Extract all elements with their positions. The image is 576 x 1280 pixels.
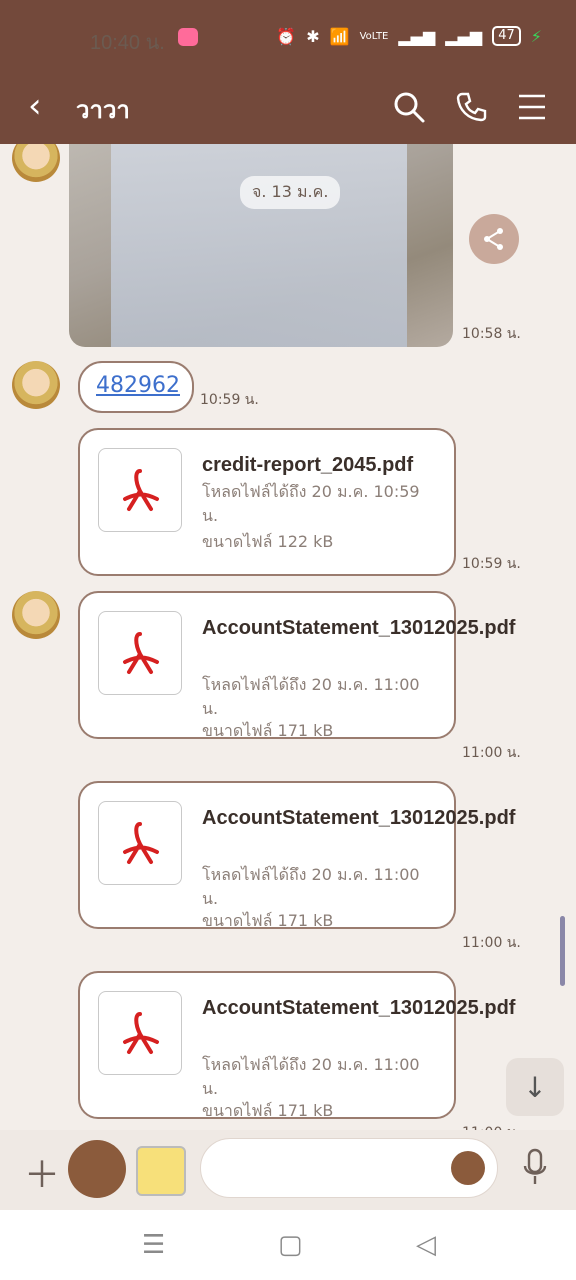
message-time: 11:00 น.	[462, 745, 521, 761]
message-input-bar: ＋	[0, 1130, 576, 1210]
chat-messages[interactable]: จ. 13 ม.ค. 10:58 น. 482962 10:59 น. cred…	[0, 144, 576, 1130]
status-bar: 10:40 น. ⏰ ✱ 📶 VoLTE ▂▄▆ ▂▄▆ 47 ⚡	[0, 0, 576, 72]
call-icon[interactable]	[454, 90, 488, 124]
scrollbar[interactable]	[560, 916, 565, 986]
file-message[interactable]: AccountStatement_13012025.pdf โหลดไฟล์ได…	[78, 591, 516, 740]
file-message[interactable]: AccountStatement_13012025.pdf โหลดไฟล์ได…	[78, 971, 516, 1120]
notification-app-icon	[178, 28, 198, 46]
scroll-to-bottom-button[interactable]: ↓	[506, 1058, 564, 1116]
recent-apps-icon[interactable]: ☰	[142, 1230, 165, 1260]
pdf-icon	[98, 611, 182, 695]
back-button[interactable]: ‹	[28, 86, 42, 126]
contact-avatar[interactable]	[12, 361, 60, 409]
file-expiry: โหลดไฟล์ได้ถึง 20 ม.ค. 11:00 น.	[202, 865, 420, 908]
pdf-icon	[98, 991, 182, 1075]
signal-icon-2: ▂▄▆	[445, 26, 483, 46]
contact-avatar[interactable]	[12, 144, 60, 182]
home-icon[interactable]: ▢	[278, 1230, 303, 1260]
sticker-button[interactable]	[68, 1140, 126, 1198]
file-size: ขนาดไฟล์ 171 kB	[202, 721, 334, 740]
signal-icon: ▂▄▆	[398, 26, 436, 46]
volte-icon: VoLTE	[359, 30, 389, 42]
emoji-icon[interactable]	[451, 1151, 485, 1185]
status-icons: ⏰ ✱ 📶 VoLTE ▂▄▆ ▂▄▆ 47 ⚡	[276, 26, 542, 46]
bluetooth-icon: ✱	[306, 26, 320, 46]
file-name: AccountStatement_13012025.pdf	[202, 807, 516, 829]
file-expiry: โหลดไฟล์ได้ถึง 20 ม.ค. 11:00 น.	[202, 1055, 420, 1098]
file-size: ขนาดไฟล์ 122 kB	[202, 532, 334, 551]
message-link[interactable]: 482962	[96, 373, 180, 398]
file-size: ขนาดไฟล์ 171 kB	[202, 911, 334, 930]
file-name: AccountStatement_13012025.pdf	[202, 997, 516, 1019]
text-message[interactable]: 482962	[78, 361, 194, 413]
file-expiry: โหลดไฟล์ได้ถึง 20 ม.ค. 10:59 น.	[202, 482, 420, 525]
share-icon	[484, 228, 503, 250]
file-message[interactable]: AccountStatement_13012025.pdf โหลดไฟล์ได…	[78, 781, 516, 930]
menu-icon[interactable]	[516, 90, 550, 124]
charging-icon: ⚡	[530, 26, 542, 46]
chat-header: ‹ วาวา	[0, 72, 576, 144]
wifi-icon: 📶	[329, 26, 350, 46]
mic-icon[interactable]	[522, 1148, 548, 1188]
file-name: AccountStatement_13012025.pdf	[202, 617, 516, 639]
message-time: 10:59 น.	[462, 556, 521, 572]
file-name: credit-report_2045.pdf	[202, 454, 414, 476]
message-time: 10:58 น.	[462, 326, 521, 342]
document-photo	[111, 144, 407, 347]
share-button[interactable]	[469, 214, 519, 264]
file-message[interactable]: credit-report_2045.pdf โหลดไฟล์ได้ถึง 20…	[78, 428, 456, 576]
message-input[interactable]	[200, 1138, 498, 1198]
arrow-down-icon: ↓	[523, 1070, 547, 1104]
pdf-icon	[98, 801, 182, 885]
chat-title: วาวา	[76, 97, 130, 124]
image-message[interactable]	[69, 144, 453, 347]
pdf-icon	[98, 448, 182, 532]
battery-indicator: 47	[492, 26, 521, 46]
contact-avatar[interactable]	[12, 591, 60, 639]
add-button[interactable]: ＋	[24, 1146, 60, 1198]
search-icon[interactable]	[392, 90, 426, 124]
system-nav-bar: ☰ ▢ ◁	[0, 1210, 576, 1280]
message-time: 10:59 น.	[200, 392, 259, 408]
message-time: 11:00 น.	[462, 1122, 521, 1130]
file-expiry: โหลดไฟล์ได้ถึง 20 ม.ค. 11:00 น.	[202, 675, 420, 718]
back-icon[interactable]: ◁	[416, 1230, 436, 1260]
gallery-button[interactable]	[136, 1146, 186, 1196]
alarm-icon: ⏰	[276, 26, 297, 46]
message-time: 11:00 น.	[462, 935, 521, 951]
file-size: ขนาดไฟล์ 171 kB	[202, 1101, 334, 1120]
date-separator: จ. 13 ม.ค.	[240, 176, 341, 209]
status-time: 10:40 น.	[90, 32, 165, 54]
